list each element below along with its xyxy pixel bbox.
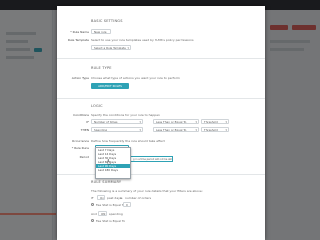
occurrence-label: Occurrence (71, 139, 89, 143)
chevron-down-icon: ▾ (127, 46, 129, 50)
condition-threshold-value: Threshold (204, 120, 218, 124)
condition-then-label: THEN (80, 128, 89, 132)
condition-threshold-value-2: Threshold (204, 128, 218, 132)
rule-summary-title: RULE SUMMARY (91, 180, 122, 184)
rule-name-input[interactable]: New rule (91, 29, 111, 34)
conditions-label: Conditions (73, 113, 89, 117)
summary-and: And (91, 212, 97, 216)
rule-type-title: RULE TYPE (91, 66, 112, 70)
summary-radio-1[interactable] (91, 203, 94, 206)
summary-radio-1-label: Fee Stat is Equal To (96, 203, 126, 207)
condition-field-select-2[interactable]: Spending ▾ (91, 127, 143, 132)
rule-modal: BASIC SETTINGS * Rule Name New rule Rule… (57, 6, 265, 240)
chevron-down-icon: ▾ (195, 120, 197, 124)
condition-threshold-input-2[interactable]: Threshold ▾ (201, 127, 229, 132)
rule-template-label: Rule Template (67, 38, 89, 42)
hand-cursor-icon (107, 159, 111, 165)
summary-radio-2-label: Fee Stat is Equal To (96, 219, 126, 223)
summary-on-select[interactable]: On (97, 195, 105, 200)
logic-title: LOGIC (91, 104, 103, 108)
summary-spending: spending (109, 212, 123, 216)
dropdown-option[interactable]: Last 180 Days (96, 168, 130, 172)
rule-summary-section: RULE SUMMARY The following is a summary … (57, 174, 265, 240)
summary-is: is (120, 196, 123, 200)
rule-runs-dropdown[interactable]: Last 7 Days Last 14 Days Last 30 Days La… (95, 147, 131, 179)
chevron-down-icon: ▾ (195, 128, 197, 132)
chevron-down-icon: ▾ (225, 128, 227, 132)
rule-template-hint: Select to use your rule templates used b… (91, 38, 194, 42)
basic-settings-section: BASIC SETTINGS * Rule Name New rule Rule… (57, 6, 265, 58)
condition-if-label: IF (86, 120, 89, 124)
rule-template-select[interactable]: Select a Rule Template ▾ (91, 45, 131, 50)
condition-operator-select[interactable]: Less Than or Equal To ▾ (153, 119, 199, 124)
period-label: Period (79, 155, 89, 159)
rule-template-placeholder: Select a Rule Template (94, 46, 126, 50)
rule-runs-label: * Rule Runs (71, 146, 89, 150)
occurrence-hint: Define how frequently the rule should ta… (91, 139, 165, 143)
condition-field-value: Number of times (94, 120, 118, 124)
summary-if: IF (91, 196, 94, 200)
action-type-label: Action Type (71, 76, 89, 80)
basic-settings-title: BASIC SETTINGS (91, 19, 123, 23)
period-hint-box: g in a time period will not be able to t… (130, 156, 173, 162)
chevron-down-icon: ▾ (225, 120, 227, 124)
logic-section: LOGIC Conditions Specify the conditions … (57, 98, 265, 175)
rule-name-label: * Rule Name (70, 30, 89, 34)
chevron-down-icon: ▾ (139, 120, 141, 124)
condition-operator-value: Less Than or Equal To (156, 120, 187, 124)
rule-summary-intro: The following is a summary of your rule … (91, 189, 203, 193)
condition-operator-select-2[interactable]: Less Than or Equal To ▾ (153, 127, 199, 132)
conditions-hint: Specify the conditions for your rule to … (91, 113, 160, 117)
summary-on-select-2[interactable]: ON (98, 211, 107, 216)
condition-field-value-2: Spending (94, 128, 108, 132)
action-type-hint: Choose what type of actions you want you… (91, 76, 180, 80)
condition-field-select[interactable]: Number of times ▾ (91, 119, 143, 124)
summary-radio-2[interactable] (91, 219, 94, 222)
rule-type-section: RULE TYPE Action Type Choose what type o… (57, 58, 265, 99)
summary-value-input[interactable]: 0 (123, 202, 131, 207)
condition-threshold-input[interactable]: Threshold ▾ (201, 119, 229, 124)
condition-operator-value-2: Less Than or Equal To (156, 128, 187, 132)
chevron-down-icon: ▾ (139, 128, 141, 132)
summary-number-of-orders: number of orders (125, 196, 152, 200)
add-edit-roles-button[interactable]: ADD/EDIT ROLES (91, 83, 129, 89)
